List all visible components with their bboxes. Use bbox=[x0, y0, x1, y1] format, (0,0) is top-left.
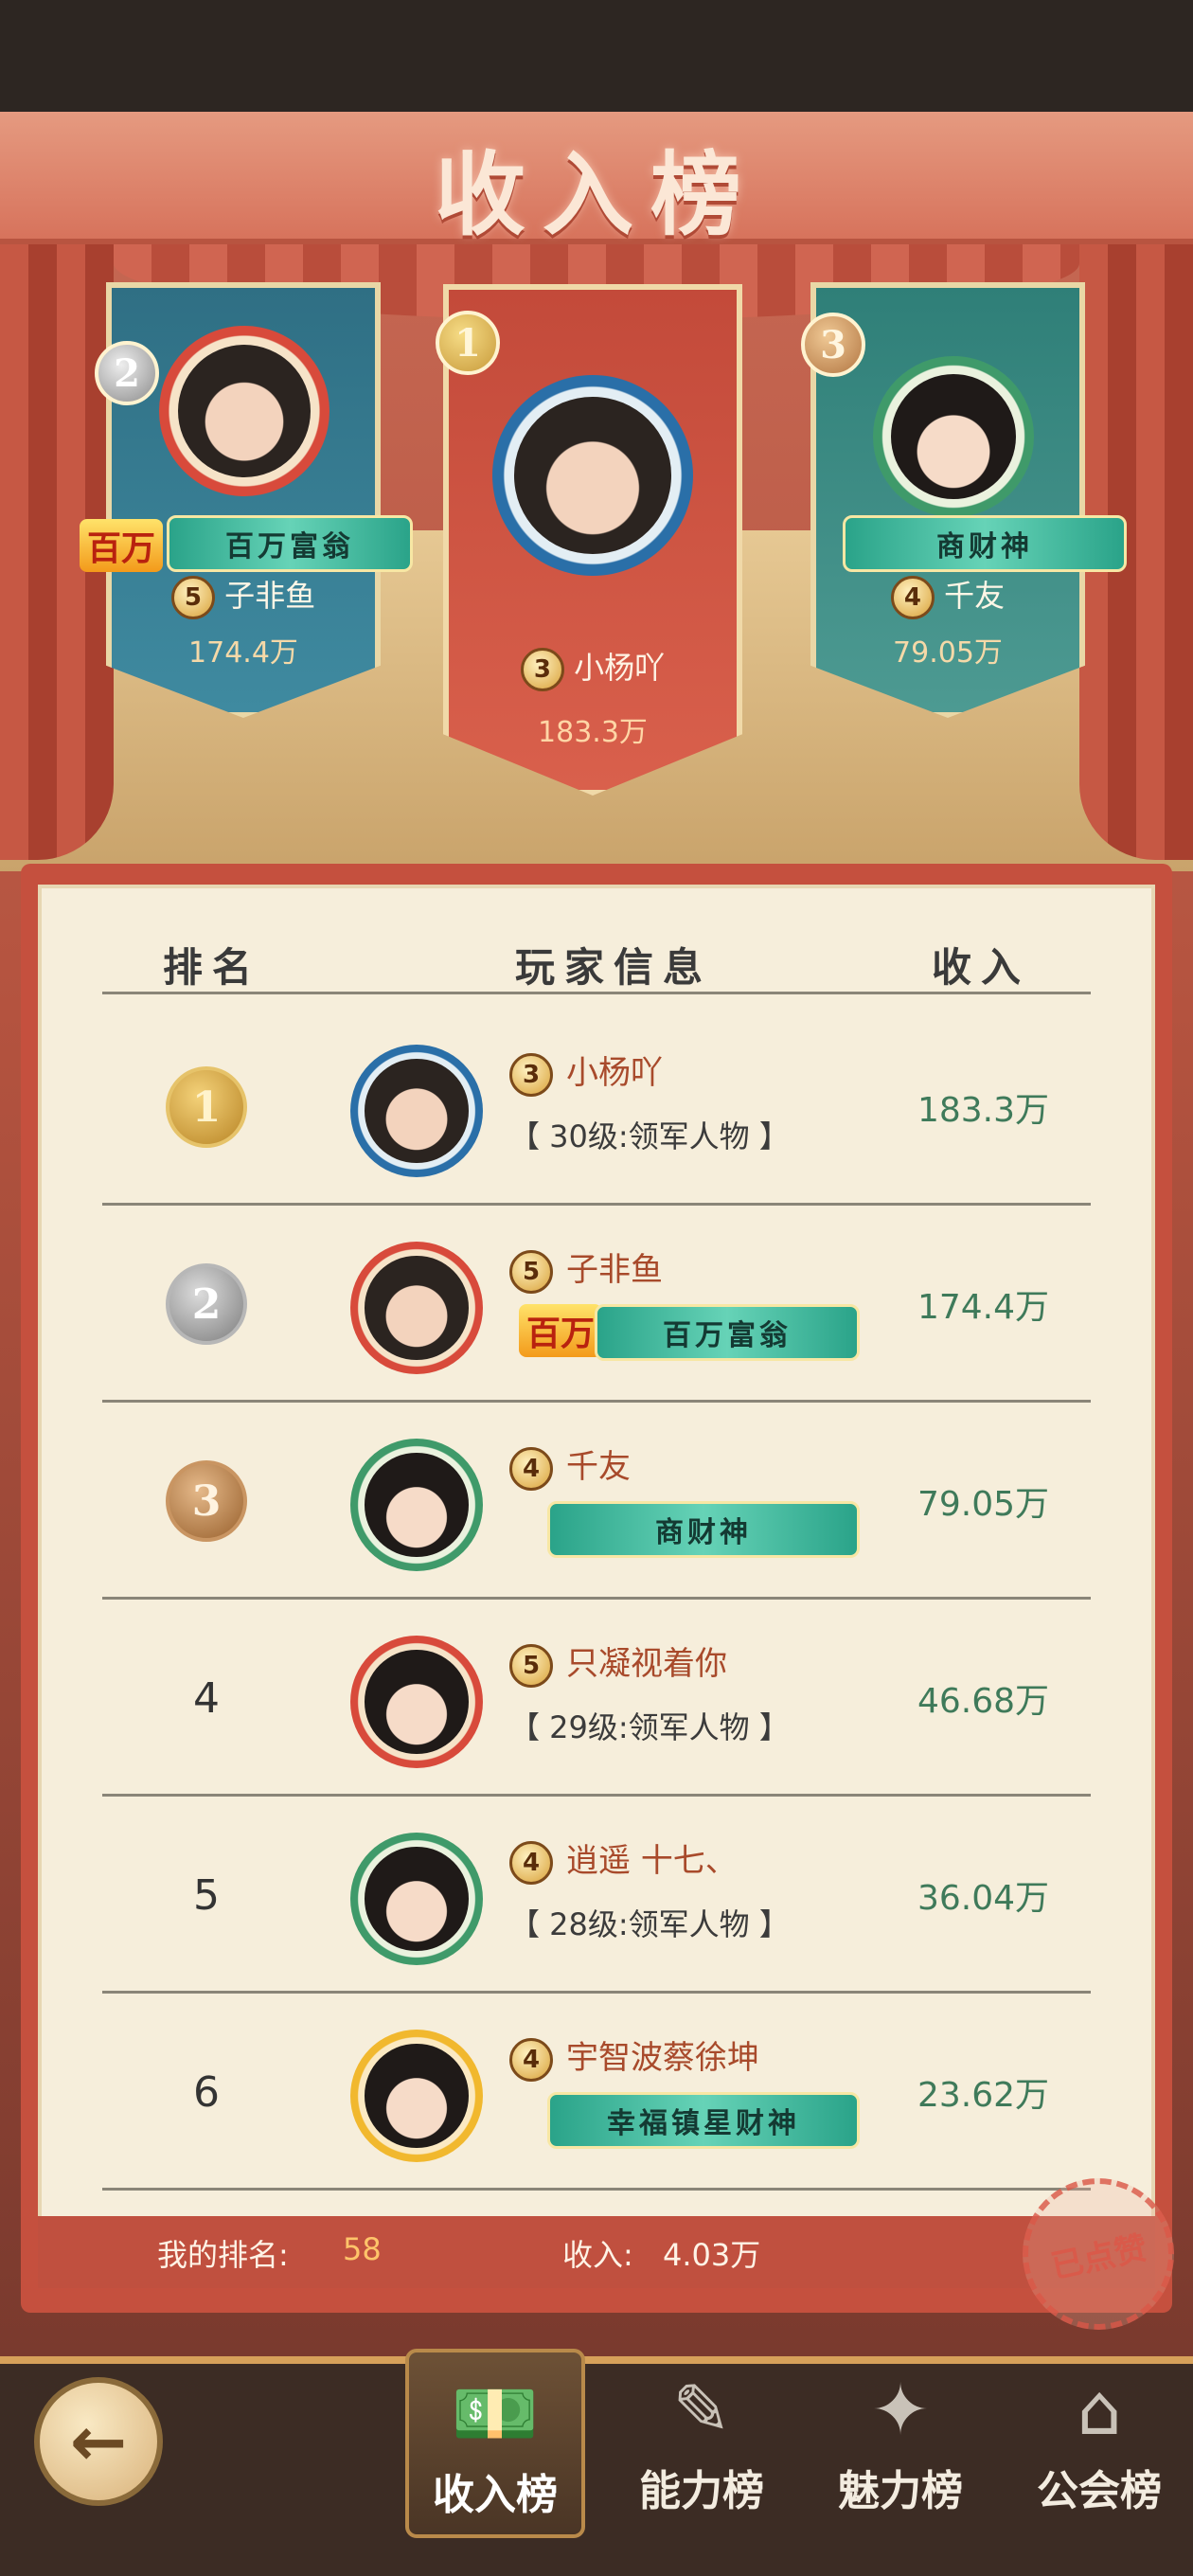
vip-badge-icon: 4 bbox=[509, 1840, 553, 1885]
back-button[interactable]: ← bbox=[34, 2377, 163, 2506]
rank-1-icon: 1 bbox=[436, 311, 500, 375]
table-row[interactable]: 1 3 小杨吖 【 30级:领军人物 】 183.3万 bbox=[102, 1009, 1091, 1206]
vip-badge-icon: 5 bbox=[509, 1643, 553, 1688]
table-row[interactable]: 6 4 宇智波蔡徐坤 幸福镇星财神 23.62万 bbox=[102, 1994, 1091, 2191]
title-badge: 商财神 bbox=[843, 515, 1127, 572]
tab-guild[interactable]: ⌂ 公会榜 bbox=[1009, 2349, 1189, 2538]
table-row[interactable]: 5 4 逍遥 十七、 【 28级:领军人物 】 36.04万 bbox=[102, 1797, 1091, 1994]
million-badge-icon: 百万 bbox=[80, 519, 164, 572]
avatar[interactable] bbox=[350, 2030, 483, 2162]
avatar[interactable] bbox=[350, 1242, 483, 1374]
my-income-label: 收入: bbox=[562, 2237, 633, 2273]
header-income: 收入 bbox=[932, 944, 1031, 991]
podium-value: 174.4万 bbox=[188, 636, 298, 670]
my-income-value: 4.03万 bbox=[663, 2237, 761, 2273]
player-level: 【 30级:领军人物 】 bbox=[509, 1118, 790, 1154]
tab-label: 收入榜 bbox=[433, 2471, 558, 2519]
header-player: 玩家信息 bbox=[515, 944, 713, 991]
player-name[interactable]: 5 子非鱼 bbox=[509, 1243, 663, 1294]
my-rank-value: 58 bbox=[343, 2231, 382, 2267]
table-header: 排名 玩家信息 收入 bbox=[102, 928, 1091, 994]
million-badge-icon: 百万 bbox=[519, 1304, 603, 1357]
avatar[interactable] bbox=[350, 1045, 483, 1177]
vip-badge-icon: 4 bbox=[509, 1446, 553, 1491]
rank-cell: 2 bbox=[102, 1206, 311, 1403]
podium-name: 3 小杨吖 bbox=[449, 644, 737, 691]
gold-medal-icon: 1 bbox=[166, 1066, 247, 1148]
income-value: 79.05万 bbox=[917, 1485, 1049, 1524]
income-value: 174.4万 bbox=[917, 1288, 1049, 1327]
rank-cell: 3 bbox=[102, 1403, 311, 1600]
arrow-left-icon: ← bbox=[69, 2402, 128, 2481]
player-level: 【 29级:领军人物 】 bbox=[509, 1709, 790, 1745]
income-value: 46.68万 bbox=[917, 1682, 1049, 1721]
rank-2-icon: 2 bbox=[95, 341, 159, 405]
tab-label: 公会榜 bbox=[1037, 2467, 1162, 2515]
rank-cell: 4 bbox=[193, 1673, 220, 1723]
avatar[interactable] bbox=[159, 326, 329, 496]
bronze-medal-icon: 3 bbox=[166, 1460, 247, 1542]
leaderboard-screen: 收入榜 5 子非鱼 174.4万 2 百万 百万富翁 3 小杨吖 183.3万 … bbox=[0, 0, 1193, 2576]
player-name[interactable]: 4 逍遥 十七、 bbox=[509, 1834, 738, 1885]
header-rank: 排名 bbox=[163, 944, 262, 991]
tab-charm[interactable]: ✦ 魅力榜 bbox=[810, 2349, 990, 2538]
avatar[interactable] bbox=[492, 375, 693, 576]
table-row[interactable]: 2 5 子非鱼 百万 百万富翁 174.4万 bbox=[102, 1206, 1091, 1403]
podium-value: 183.3万 bbox=[538, 716, 648, 749]
player-name[interactable]: 3 小杨吖 bbox=[509, 1046, 663, 1097]
avatar[interactable] bbox=[350, 1439, 483, 1571]
avatar[interactable] bbox=[350, 1636, 483, 1768]
podium-value: 79.05万 bbox=[893, 636, 1003, 670]
income-value: 36.04万 bbox=[917, 1879, 1049, 1918]
vip-badge-icon: 5 bbox=[509, 1249, 553, 1294]
player-name[interactable]: 5 只凝视着你 bbox=[509, 1637, 727, 1688]
income-value: 183.3万 bbox=[917, 1091, 1049, 1130]
title-badge: 百万富翁 bbox=[167, 515, 413, 572]
tab-label: 能力榜 bbox=[639, 2467, 764, 2515]
vip-badge-icon: 4 bbox=[509, 2037, 553, 2082]
silver-medal-icon: 2 bbox=[166, 1263, 247, 1345]
vip-badge-icon: 3 bbox=[509, 1052, 553, 1097]
title-badge: 幸福镇星财神 bbox=[547, 2092, 860, 2149]
tab-income[interactable]: 💵 收入榜 bbox=[405, 2349, 585, 2538]
vip-badge-icon: 5 bbox=[170, 576, 215, 619]
player-level: 【 28级:领军人物 】 bbox=[509, 1906, 790, 1942]
avatar[interactable] bbox=[350, 1833, 483, 1965]
status-area bbox=[0, 0, 1193, 112]
rank-cell: 6 bbox=[193, 2067, 220, 2117]
building-icon: ⌂ bbox=[1077, 2370, 1122, 2451]
tab-ability[interactable]: ✎ 能力榜 bbox=[612, 2349, 792, 2538]
page-title: 收入榜 bbox=[435, 141, 758, 248]
table-row[interactable]: 3 4 千友 商财神 79.05万 bbox=[102, 1403, 1091, 1600]
sparkle-icon: ✦ bbox=[870, 2370, 930, 2451]
money-icon: 💵 bbox=[451, 2373, 540, 2455]
rank-3-icon: 3 bbox=[801, 313, 865, 377]
player-name[interactable]: 4 千友 bbox=[509, 1440, 631, 1491]
vip-badge-icon: 4 bbox=[890, 576, 935, 619]
my-rank-label: 我的排名: bbox=[157, 2237, 289, 2273]
podium-name: 4 千友 bbox=[816, 572, 1079, 619]
title-badge: 商财神 bbox=[547, 1501, 860, 1558]
income-value: 23.62万 bbox=[917, 2076, 1049, 2115]
title-badge: 百万富翁 bbox=[595, 1304, 860, 1361]
clipboard-icon: ✎ bbox=[671, 2370, 731, 2451]
avatar[interactable] bbox=[873, 356, 1034, 517]
rank-cell: 1 bbox=[102, 1009, 311, 1206]
podium-name: 5 子非鱼 bbox=[112, 572, 375, 619]
rank-cell: 5 bbox=[193, 1870, 220, 1920]
player-name[interactable]: 4 宇智波蔡徐坤 bbox=[509, 2031, 759, 2082]
table-row[interactable]: 4 5 只凝视着你 【 29级:领军人物 】 46.68万 bbox=[102, 1600, 1091, 1797]
tab-label: 魅力榜 bbox=[838, 2467, 963, 2515]
vip-badge-icon: 3 bbox=[520, 648, 564, 691]
